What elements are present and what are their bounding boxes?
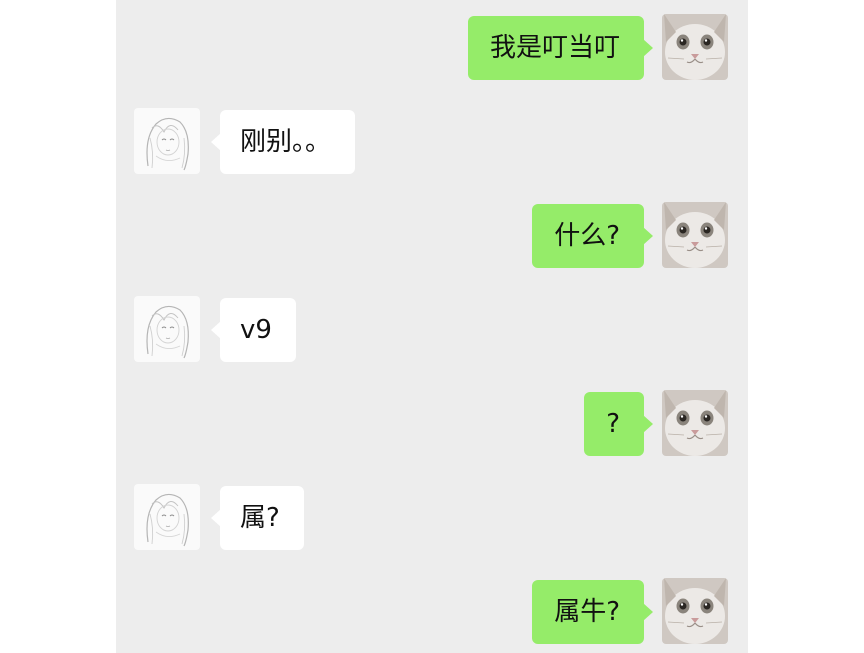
cat-avatar-icon[interactable] (662, 578, 728, 644)
message-row-outgoing: ? (116, 390, 748, 460)
message-bubble-incoming[interactable]: 刚别。。 (210, 110, 356, 174)
message-bubble-outgoing[interactable]: 我是叮当叮 (467, 16, 654, 80)
message-row-incoming: v9 (116, 296, 748, 366)
message-bubble-outgoing[interactable]: 属牛? (532, 580, 653, 644)
message-row-outgoing: 我是叮当叮 (116, 14, 748, 84)
message-row-outgoing: 属牛? (116, 578, 748, 648)
message-row-incoming: 刚别。。 (116, 108, 748, 178)
message-bubble-outgoing[interactable]: ? (584, 392, 653, 456)
message-bubble-incoming[interactable]: v9 (211, 298, 296, 362)
sketch-girl-avatar-icon[interactable] (134, 108, 200, 174)
sketch-girl-avatar-icon[interactable] (134, 484, 200, 550)
sketch-girl-avatar-icon[interactable] (134, 296, 200, 362)
chat-history[interactable]: 我是叮当叮 刚别。。 什么? v9 ? 属? 属牛? (116, 0, 748, 653)
cat-avatar-icon[interactable] (662, 14, 728, 80)
message-row-outgoing: 什么? (116, 202, 748, 272)
page: 我是叮当叮 刚别。。 什么? v9 ? 属? 属牛? (0, 0, 864, 653)
cat-avatar-icon[interactable] (662, 202, 728, 268)
message-bubble-outgoing[interactable]: 什么? (532, 204, 653, 268)
message-row-incoming: 属? (116, 484, 748, 554)
cat-avatar-icon[interactable] (662, 390, 728, 456)
message-bubble-incoming[interactable]: 属? (211, 486, 304, 550)
